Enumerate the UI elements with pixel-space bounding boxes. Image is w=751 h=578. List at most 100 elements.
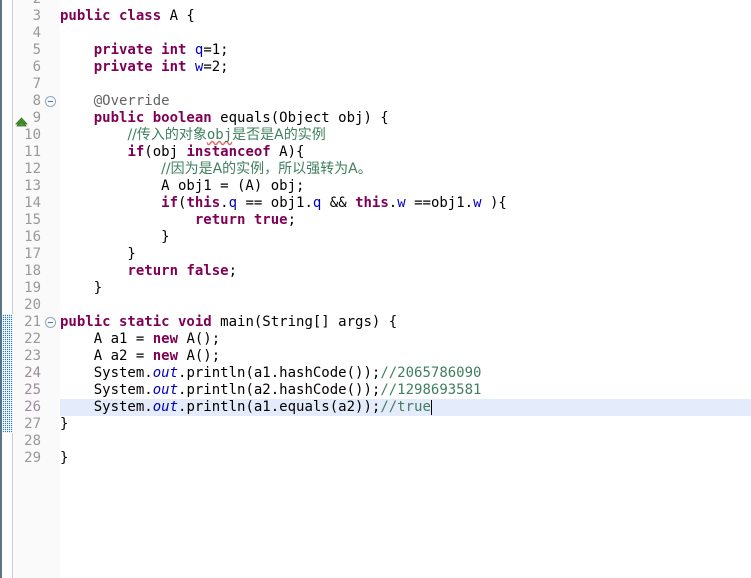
code-line[interactable]: System.out.println(a1.hashCode());//2065…: [60, 365, 482, 382]
code-token-plain: System.: [60, 399, 153, 415]
editor-left-edge: [0, 0, 2, 578]
code-token-plain: main(String[] args) {: [220, 314, 398, 330]
code-line[interactable]: @Override: [60, 93, 170, 110]
code-token-plain: (obj: [144, 144, 187, 160]
code-token-sfld: out: [152, 365, 179, 381]
code-token-plain: ;: [287, 212, 297, 228]
line-number: 7: [32, 76, 41, 92]
code-token-plain: .: [388, 195, 398, 211]
line-number: 4: [32, 25, 41, 41]
line-number: 11: [24, 144, 41, 160]
line-number: 16: [24, 229, 41, 245]
code-line[interactable]: private int q=1;: [60, 42, 229, 59]
code-line[interactable]: System.out.println(a1.equals(a2));//true: [60, 399, 431, 416]
line-number-ruler[interactable]: 2345678910111213141516171819202122232425…: [13, 0, 60, 578]
line-number: 18: [24, 263, 41, 279]
fold-toggle-icon[interactable]: [44, 95, 57, 108]
caret: [430, 400, 432, 415]
code-line[interactable]: System.out.println(a2.hashCode());//1298…: [60, 382, 482, 399]
code-line[interactable]: A obj1 = (A) obj;: [60, 178, 304, 195]
line-number: 6: [32, 59, 41, 75]
line-number: 24: [24, 365, 41, 381]
code-token-kw: instanceof: [186, 144, 271, 160]
code-token-plain: A a1 =: [60, 331, 153, 347]
line-number: 5: [32, 42, 41, 58]
code-line[interactable]: if(this.q == obj1.q && this.w ==obj1.w )…: [60, 195, 507, 212]
code-token-plain: &&: [321, 195, 356, 211]
fold-toggle-icon[interactable]: [44, 316, 57, 329]
override-indicator-icon[interactable]: [15, 113, 29, 127]
code-token-plain: }: [60, 416, 69, 432]
code-line[interactable]: return false;: [60, 263, 237, 280]
code-token-cmt: //true: [380, 399, 431, 415]
code-token-kw: private int: [93, 59, 195, 75]
code-line[interactable]: }: [60, 450, 68, 467]
line-number: 2: [11, 0, 41, 8]
code-token-kw: this: [186, 195, 221, 211]
line-number: 27: [24, 416, 41, 432]
code-token-plain: == obj1.: [237, 195, 313, 211]
change-block[interactable]: [2, 314, 13, 433]
code-line[interactable]: }: [60, 416, 68, 433]
code-line[interactable]: //因为是A的实例，所以强转为A。: [60, 161, 372, 178]
code-token-plain: .println(a1.hashCode());: [178, 365, 381, 381]
code-token-kw: return false: [127, 263, 229, 279]
line-number: 22: [24, 331, 41, 347]
code-line[interactable]: public boolean equals(Object obj) {: [60, 110, 389, 127]
line-number: 8: [32, 93, 41, 109]
code-line[interactable]: public class A {: [60, 8, 195, 25]
code-token-plain: =1;: [203, 42, 229, 58]
line-number: 29: [24, 450, 41, 466]
line-number: 3: [32, 8, 41, 24]
code-token-plain: }: [60, 246, 136, 262]
code-token-fld: q: [228, 195, 238, 211]
code-token-plain: .: [220, 195, 229, 211]
code-token-kw: return true: [194, 212, 288, 228]
line-number: 20: [24, 297, 41, 313]
code-token-cmt: //传入的对象: [127, 127, 207, 143]
code-token-kw: if: [161, 195, 179, 211]
line-number: 10: [24, 127, 41, 143]
code-line[interactable]: private int w=2;: [60, 59, 229, 76]
code-token-ann: @Override: [93, 93, 170, 109]
code-line[interactable]: }: [60, 246, 136, 263]
code-token-plain: .println(a2.hashCode());: [178, 382, 381, 398]
code-text-area[interactable]: public class A { private int q=1; privat…: [60, 0, 751, 578]
code-line[interactable]: if(obj instanceof A){: [60, 144, 304, 161]
code-token-plain: System.: [60, 382, 153, 398]
code-line[interactable]: A a1 = new A();: [60, 331, 220, 348]
code-token-plain: .println(a1.equals(a2));: [178, 399, 381, 415]
code-editor[interactable]: 2345678910111213141516171819202122232425…: [0, 0, 751, 578]
code-token-sfld: out: [152, 399, 179, 415]
code-token-plain: ;: [228, 263, 238, 279]
code-line[interactable]: public static void main(String[] args) {: [60, 314, 397, 331]
change-bar-column[interactable]: [0, 0, 13, 578]
code-line[interactable]: A a2 = new A();: [60, 348, 220, 365]
code-line[interactable]: }: [60, 280, 102, 297]
code-token-plain: equals(Object obj) {: [220, 110, 389, 126]
code-token-cmt: //1298693581: [380, 382, 482, 398]
code-token-plain: =2;: [203, 59, 229, 75]
code-token-cmt: 是否是A的实例: [232, 127, 326, 143]
code-token-cmt: //2065786090: [380, 365, 482, 381]
code-line[interactable]: //传入的对象obj是否是A的实例: [60, 127, 326, 144]
code-token-fld: w: [473, 195, 482, 211]
line-number: 19: [24, 280, 41, 296]
code-token-plain: }: [60, 229, 170, 245]
code-token-cmt: //因为是A的实例，所以强转为A。: [161, 161, 372, 177]
code-token-kw: public class: [60, 8, 170, 24]
code-token-plain: A a2 =: [60, 348, 153, 364]
code-token-plain: }: [60, 450, 69, 466]
code-line[interactable]: return true;: [60, 212, 296, 229]
code-token-plain: ){: [481, 195, 507, 211]
code-line[interactable]: }: [60, 229, 170, 246]
code-token-kw: if: [127, 144, 145, 160]
